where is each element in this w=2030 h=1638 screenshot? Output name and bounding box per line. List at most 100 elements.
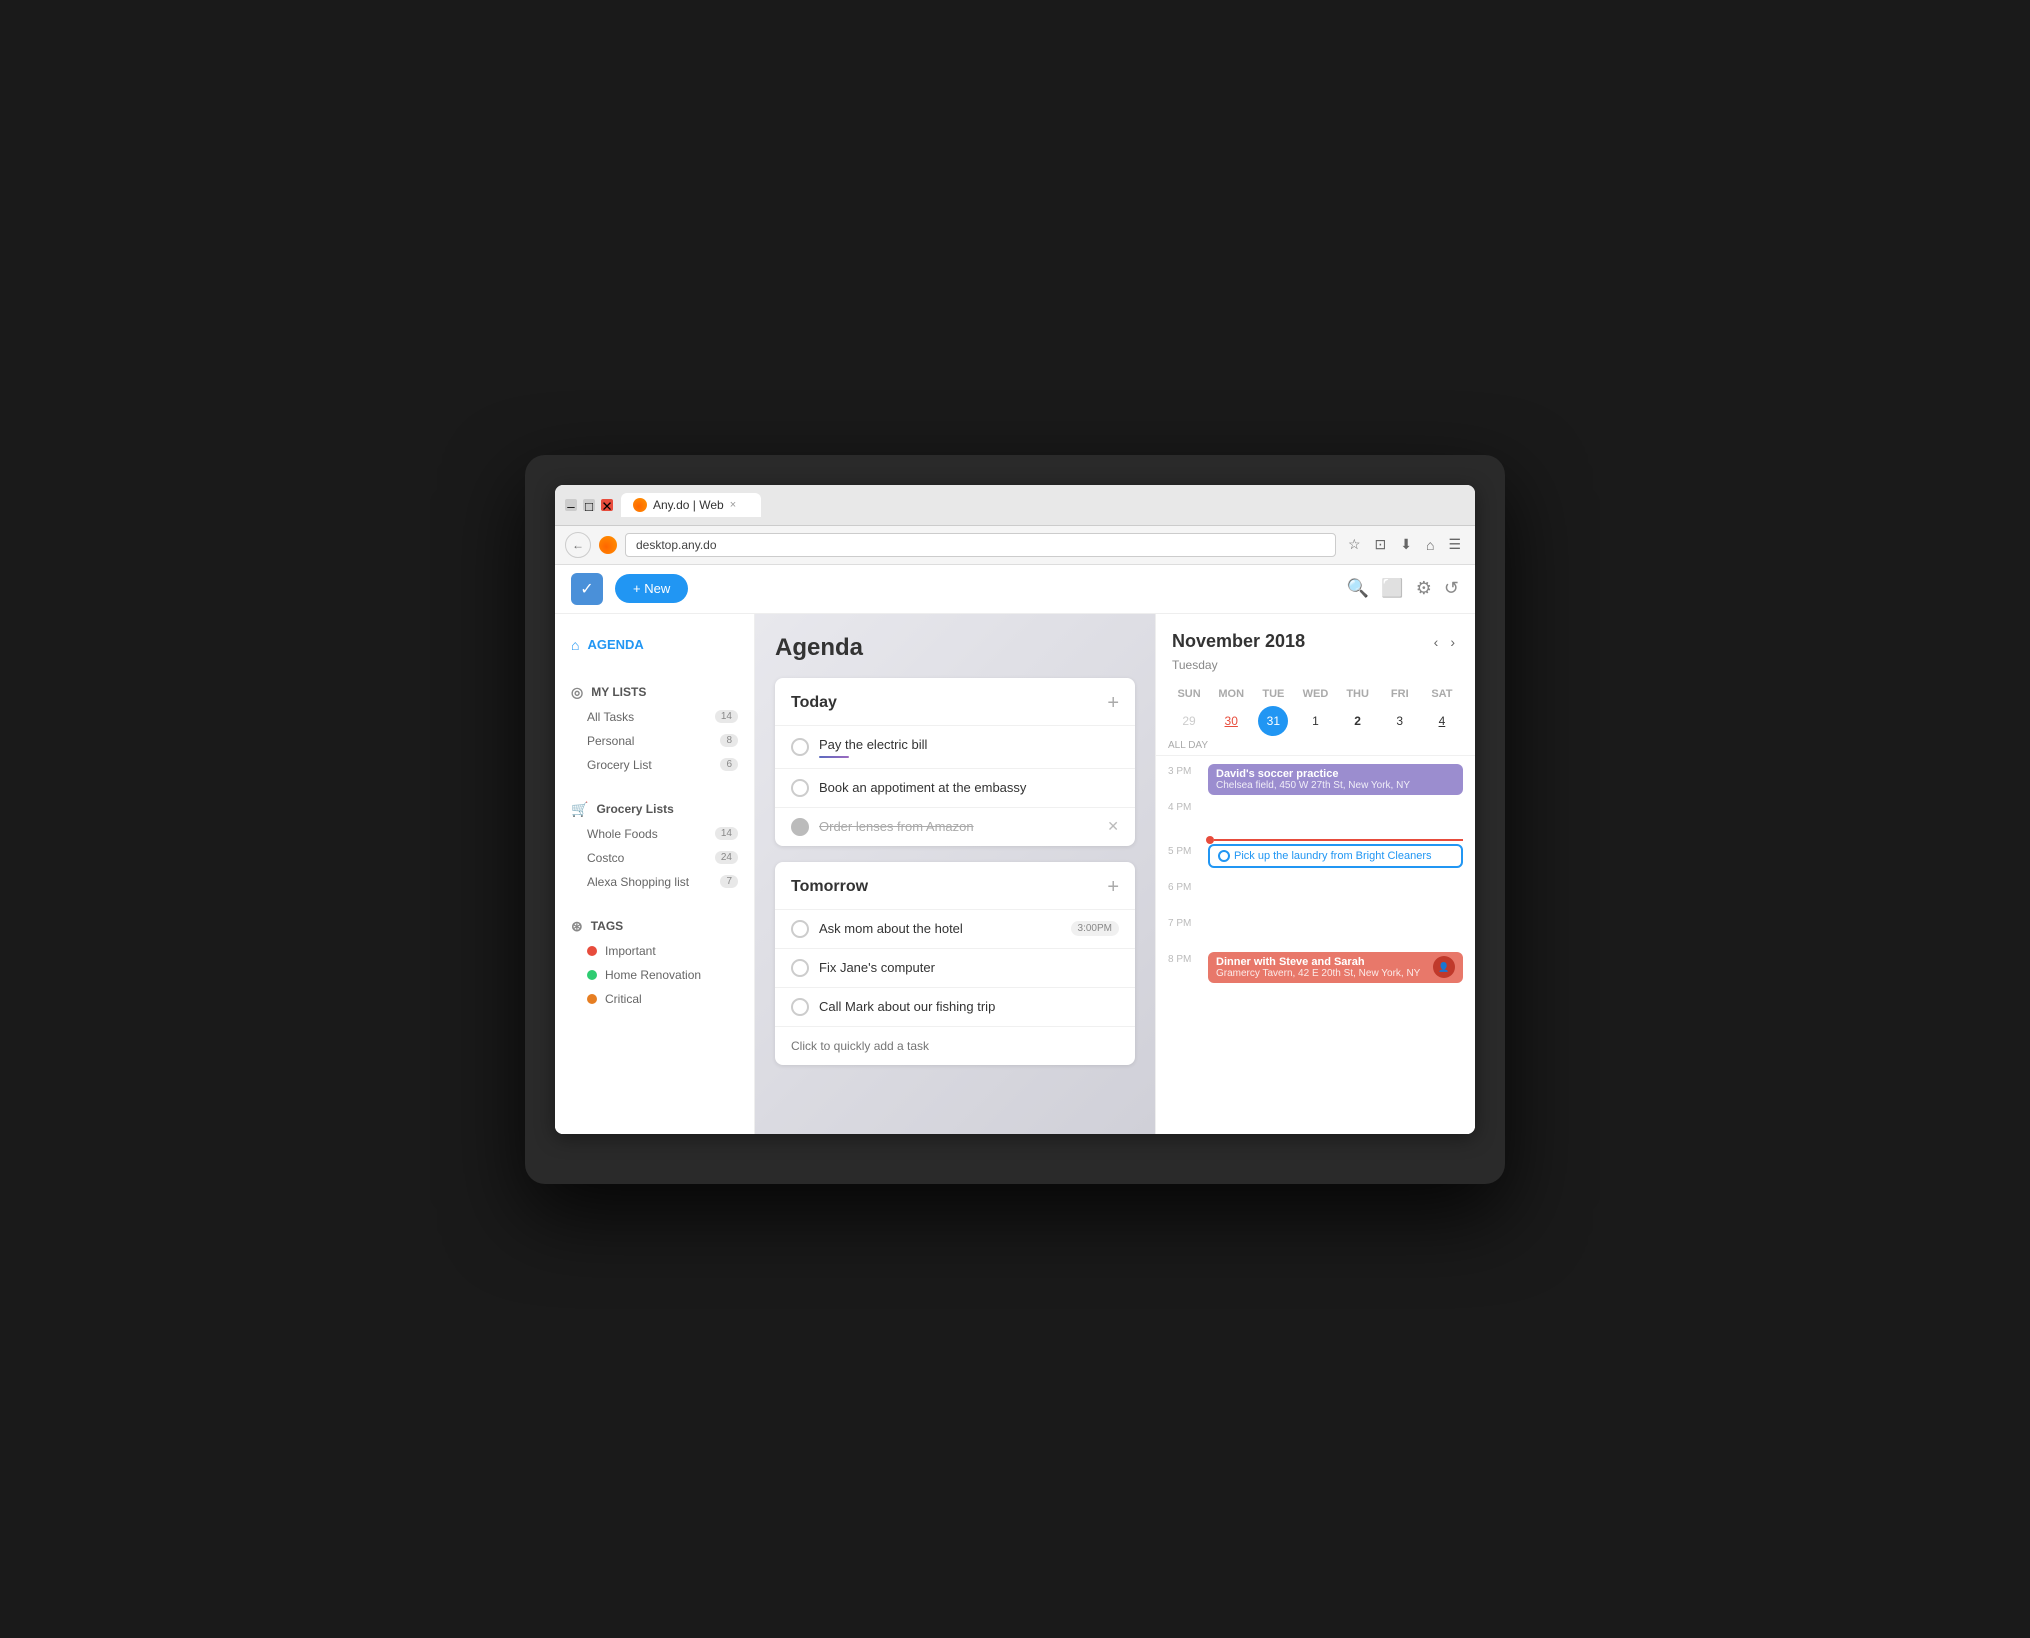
task-call-mark[interactable]: Call Mark about our fishing trip (775, 987, 1135, 1026)
important-dot (587, 946, 597, 956)
time-label-8pm: 8 PM (1168, 952, 1208, 965)
back-button[interactable]: ← (565, 532, 591, 558)
sidebar-item-alexa[interactable]: Alexa Shopping list 7 (555, 870, 754, 894)
all-tasks-count: 14 (715, 710, 738, 723)
delete-task-button[interactable]: ✕ (1107, 818, 1119, 835)
grocery-lists-header[interactable]: 🛒 Grocery Lists (555, 793, 754, 822)
cal-day-3[interactable]: 3 (1385, 706, 1415, 736)
all-tasks-label: All Tasks (587, 710, 707, 724)
cal-day-29[interactable]: 29 (1174, 706, 1204, 736)
browser-tab[interactable]: Any.do | Web × (621, 493, 761, 517)
event-dinner[interactable]: Dinner with Steve and Sarah Gramercy Tav… (1208, 952, 1463, 983)
grocery-list-label: Grocery List (587, 758, 712, 772)
task-checkbox-6[interactable] (791, 998, 809, 1016)
cal-day-4[interactable]: 4 (1427, 706, 1457, 736)
task-ask-mom[interactable]: Ask mom about the hotel 3:00PM (775, 909, 1135, 948)
tags-label: TAGS (591, 919, 623, 933)
app-body: ⌂ AGENDA ◎ MY LISTS All Tasks 14 P (555, 614, 1475, 1134)
task-text-1: Pay the electric bill (819, 737, 927, 752)
calendar-day-of-week: Tuesday (1156, 658, 1475, 682)
sidebar-item-whole-foods[interactable]: Whole Foods 14 (555, 822, 754, 846)
day-sat: SAT (1421, 688, 1463, 700)
sidebar-item-grocery-list[interactable]: Grocery List 6 (555, 753, 754, 777)
cal-day-31[interactable]: 31 (1258, 706, 1288, 736)
cal-time-6pm: 6 PM (1156, 880, 1475, 916)
task-book-appointment[interactable]: Book an appotiment at the embassy (775, 768, 1135, 807)
now-indicator (1156, 836, 1475, 844)
window-controls: – □ ✕ (565, 499, 613, 511)
task-checkbox-4[interactable] (791, 920, 809, 938)
quick-add-area[interactable] (775, 1026, 1135, 1065)
add-tomorrow-button[interactable]: + (1107, 876, 1119, 899)
logo-button[interactable]: ✓ (571, 573, 603, 605)
calendar-prev-button[interactable]: ‹ (1430, 630, 1443, 654)
firefox-tab-icon (633, 498, 647, 512)
sidebar-item-all-tasks[interactable]: All Tasks 14 (555, 705, 754, 729)
refresh-button[interactable]: ↺ (1444, 578, 1459, 599)
time-label-5pm: 5 PM (1168, 844, 1208, 857)
toolbar-right: 🔍 ⬜ ⚙ ↺ (1347, 578, 1459, 599)
add-today-button[interactable]: + (1107, 692, 1119, 715)
share-button[interactable]: ⬜ (1381, 578, 1403, 599)
calendar-grid: SUN MON TUE WED THU FRI SAT 29 30 31 1 2 (1156, 682, 1475, 736)
task-checkbox-5[interactable] (791, 959, 809, 977)
task-checkbox-1[interactable] (791, 738, 809, 756)
address-bar[interactable]: desktop.any.do (625, 533, 1336, 557)
browser-toolbar: ← desktop.any.do ☆ ⊡ ⬇ ⌂ ☰ (555, 526, 1475, 565)
minimize-button[interactable]: – (565, 499, 577, 511)
home-icon[interactable]: ⌂ (1422, 535, 1438, 555)
cal-day-1[interactable]: 1 (1300, 706, 1330, 736)
time-label-6pm: 6 PM (1168, 880, 1208, 893)
bookmark-icon[interactable]: ☆ (1344, 534, 1365, 555)
task-order-lenses[interactable]: Order lenses from Amazon ✕ (775, 807, 1135, 846)
task-time-badge: 3:00PM (1071, 921, 1119, 936)
settings-button[interactable]: ⚙ (1416, 578, 1432, 599)
event-laundry-title: Pick up the laundry from Bright Cleaners (1234, 850, 1431, 862)
close-button[interactable]: ✕ (601, 499, 613, 511)
event-dinner-avatar: 👤 (1433, 956, 1455, 978)
costco-count: 24 (715, 851, 738, 864)
sidebar-item-costco[interactable]: Costco 24 (555, 846, 754, 870)
personal-label: Personal (587, 734, 712, 748)
search-button[interactable]: 🔍 (1347, 578, 1369, 599)
screenshot-icon[interactable]: ⊡ (1371, 534, 1391, 555)
today-section-header: Today + (775, 678, 1135, 725)
event-laundry[interactable]: Pick up the laundry from Bright Cleaners (1208, 844, 1463, 868)
url-text: desktop.any.do (636, 538, 717, 552)
tags-header[interactable]: ⊛ TAGS (555, 910, 754, 939)
calendar-next-button[interactable]: › (1446, 630, 1459, 654)
tag-home-renovation-label: Home Renovation (605, 968, 738, 982)
sidebar-item-tag-home-renovation[interactable]: Home Renovation (555, 963, 754, 987)
alexa-count: 7 (720, 875, 738, 888)
calendar-week-row: 29 30 31 1 2 3 4 (1168, 706, 1463, 736)
new-button[interactable]: + New (615, 574, 688, 603)
my-lists-header[interactable]: ◎ MY LISTS (555, 676, 754, 705)
maximize-button[interactable]: □ (583, 499, 595, 511)
cal-day-30[interactable]: 30 (1216, 706, 1246, 736)
task-fix-computer[interactable]: Fix Jane's computer (775, 948, 1135, 987)
menu-icon[interactable]: ☰ (1444, 534, 1465, 555)
event-soccer[interactable]: David's soccer practice Chelsea field, 4… (1208, 764, 1463, 795)
sidebar-tags-section: ⊛ TAGS Important Home Renovation Critica… (555, 910, 754, 1011)
sidebar-item-personal[interactable]: Personal 8 (555, 729, 754, 753)
task-text-2: Book an appotiment at the embassy (819, 780, 1119, 795)
sidebar-item-agenda[interactable]: ⌂ AGENDA (555, 630, 754, 660)
main-content: Agenda Today + Pay the electric bill (755, 614, 1155, 1134)
task-pay-electric[interactable]: Pay the electric bill (775, 725, 1135, 768)
task-checkbox-3[interactable] (791, 818, 809, 836)
sidebar-item-tag-important[interactable]: Important (555, 939, 754, 963)
tab-close-icon[interactable]: × (730, 499, 736, 511)
cal-day-2[interactable]: 2 (1343, 706, 1373, 736)
quick-add-input[interactable] (791, 1039, 1119, 1053)
page-title: Agenda (775, 634, 1135, 662)
day-fri: FRI (1379, 688, 1421, 700)
cal-time-7pm: 7 PM (1156, 916, 1475, 952)
tomorrow-section: Tomorrow + Ask mom about the hotel 3:00P… (775, 862, 1135, 1065)
day-thu: THU (1337, 688, 1379, 700)
download-icon[interactable]: ⬇ (1396, 534, 1416, 555)
task-checkbox-2[interactable] (791, 779, 809, 797)
calendar-days-header: SUN MON TUE WED THU FRI SAT (1168, 682, 1463, 706)
sidebar-item-tag-critical[interactable]: Critical (555, 987, 754, 1011)
calendar-header: November 2018 ‹ › (1156, 614, 1475, 658)
cal-time-grid: 3 PM David's soccer practice Chelsea fie… (1156, 756, 1475, 996)
